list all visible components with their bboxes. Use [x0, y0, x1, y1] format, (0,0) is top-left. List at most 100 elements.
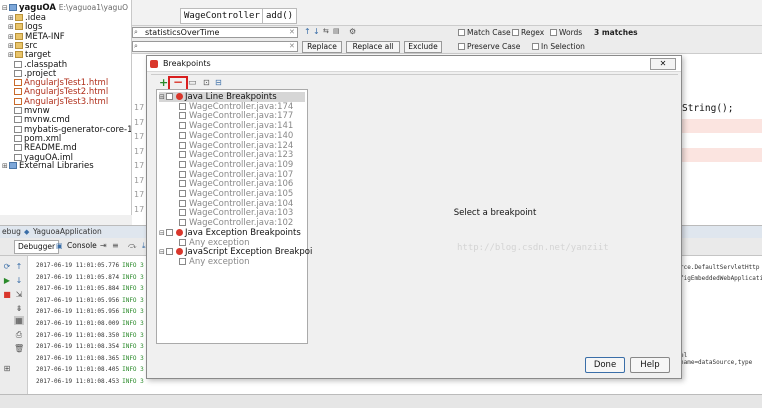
file-icon	[14, 60, 22, 68]
breakpoint-checkbox[interactable]	[179, 102, 186, 110]
replace-all-button[interactable]: Replace all	[346, 41, 400, 53]
breakpoint-group[interactable]: ⊟ JavaScript Exception Breakpoint	[159, 247, 321, 257]
breakpoint-item-label: WageController.java:123	[189, 150, 294, 161]
tab-debugger[interactable]: Debugger	[14, 240, 60, 254]
settings-breakpoints-icon[interactable]: ⊟	[215, 78, 222, 87]
breakpoint-item[interactable]: WageController.java:103	[179, 208, 293, 218]
breakpoint-item[interactable]: WageController.java:174	[179, 102, 293, 112]
collapse-icon[interactable]: ⊟	[159, 92, 166, 102]
exclude-button[interactable]: Exclude	[404, 41, 442, 53]
breakpoint-item[interactable]: WageController.java:105	[179, 189, 293, 199]
breakpoint-item[interactable]: WageController.java:109	[179, 160, 293, 170]
breakpoint-item-label: WageController.java:109	[189, 159, 294, 170]
up-icon[interactable]: ↑	[14, 262, 24, 271]
breakpoint-item[interactable]: Any exception	[179, 257, 249, 267]
preserve-case-checkbox[interactable]: Preserve Case	[458, 42, 520, 51]
line-number: 17	[134, 161, 145, 170]
breakpoint-checkbox[interactable]	[179, 131, 186, 139]
clear-replace-icon[interactable]: ✕	[289, 42, 295, 50]
external-libraries-label: External Libraries	[19, 161, 94, 171]
add-breakpoint-icon[interactable]: +	[159, 76, 168, 89]
words-checkbox[interactable]: Words	[550, 28, 582, 37]
settings-icon[interactable]: ⚙	[349, 27, 356, 36]
wrap-icon[interactable]: ⇲	[14, 290, 24, 299]
regex-checkbox[interactable]: Regex	[512, 28, 544, 37]
help-button[interactable]: Help	[630, 357, 670, 373]
external-libraries[interactable]: ⊞ External Libraries	[2, 161, 94, 171]
breakpoint-item[interactable]: WageController.java:107	[179, 170, 293, 180]
breakpoint-checkbox[interactable]	[179, 199, 186, 207]
breakpoint-group[interactable]: ⊟ Java Exception Breakpoints	[159, 228, 301, 238]
match-case-checkbox[interactable]: Match Case	[458, 28, 511, 37]
breakpoint-checkbox[interactable]	[179, 238, 186, 246]
breakpoint-item[interactable]: WageController.java:104	[179, 199, 293, 209]
selected-tool-icon[interactable]: ▦	[14, 316, 24, 325]
breakpoint-checkbox[interactable]	[179, 190, 186, 197]
log-row: 2017-06-19 11:01:05.956 INFO 3	[36, 297, 144, 304]
console-icon: ▣	[56, 242, 63, 250]
list-icon[interactable]: ≡	[112, 241, 119, 250]
resume-icon[interactable]: ▶	[2, 276, 12, 285]
print-icon[interactable]: ⎙	[14, 330, 24, 339]
filter-breakpoints-icon[interactable]: ⊡	[203, 78, 210, 87]
breakpoint-checkbox[interactable]	[179, 160, 186, 168]
collapse-icon[interactable]: ⊟	[159, 228, 166, 238]
stop-icon[interactable]: ■	[2, 290, 12, 299]
match-case-label: Match Case	[467, 28, 511, 37]
breakpoint-checkbox[interactable]	[179, 219, 186, 227]
down-icon[interactable]: ↓	[14, 276, 24, 285]
breakpoint-item[interactable]: WageController.java:177	[179, 111, 293, 121]
file-icon	[14, 134, 22, 142]
restore-layout-icon[interactable]: ⇥	[100, 241, 107, 250]
rerun-icon[interactable]: ⟳	[2, 262, 12, 271]
breakpoint-group[interactable]: ⊟ Java Line Breakpoints	[159, 92, 305, 102]
replace-input[interactable]	[132, 41, 298, 52]
group-checkbox[interactable]	[166, 93, 173, 100]
breakpoint-item[interactable]: WageController.java:141	[179, 121, 293, 131]
breakpoint-item[interactable]: Any exception	[179, 238, 249, 248]
breakpoint-checkbox[interactable]	[179, 180, 186, 188]
breakpoint-checkbox[interactable]	[179, 112, 186, 120]
log-tail: figEmbeddedWebApplicati	[680, 275, 762, 282]
collapse-icon[interactable]: ⊟	[159, 247, 166, 257]
breakpoint-checkbox[interactable]	[179, 151, 186, 159]
step-over-icon[interactable]: ⤼	[128, 241, 137, 251]
breakpoint-item[interactable]: WageController.java:140	[179, 131, 293, 141]
breakpoint-checkbox[interactable]	[179, 257, 186, 265]
breakpoint-item[interactable]: WageController.java:106	[179, 179, 293, 189]
breadcrumb-class[interactable]: WageController	[180, 8, 264, 24]
replace-button[interactable]: Replace	[302, 41, 342, 53]
breakpoint-checkbox[interactable]	[179, 141, 186, 149]
breakpoint-checkbox[interactable]	[179, 122, 186, 130]
breakpoint-item[interactable]: WageController.java:124	[179, 141, 293, 151]
breakpoint-item-label: WageController.java:103	[189, 208, 294, 219]
filter-icon[interactable]: ▤	[333, 27, 340, 35]
group-checkbox[interactable]	[166, 248, 173, 256]
group-checkbox[interactable]	[166, 228, 173, 236]
next-occurrence-icon[interactable]: ↓	[313, 27, 320, 36]
log-level: INFO 3	[122, 378, 144, 385]
collapse-icon[interactable]: ⊟	[2, 3, 9, 13]
project-root[interactable]: ⊟ yaguOA E:\yaguoa1\yaguO	[2, 3, 128, 13]
group-icon[interactable]: ▭	[188, 78, 197, 88]
clear-icon[interactable]: 🗑	[14, 344, 24, 353]
tab-console[interactable]: Console	[64, 240, 100, 254]
prev-occurrence-icon[interactable]: ↑	[304, 27, 311, 36]
in-selection-checkbox[interactable]: In Selection	[532, 42, 585, 51]
step-into-icon[interactable]: ⤓	[142, 241, 146, 251]
breakpoint-tree[interactable]: ⊟ Java Line Breakpoints WageController.jav…	[156, 89, 321, 344]
remove-breakpoint-icon[interactable]: −	[173, 75, 183, 89]
breakpoint-item[interactable]: WageController.java:102	[179, 218, 293, 228]
expand-icon[interactable]: ⊞	[2, 161, 9, 171]
breakpoint-checkbox[interactable]	[179, 209, 186, 217]
pin-icon[interactable]: ⊞	[2, 364, 12, 373]
find-all-icon[interactable]: ⇆	[323, 27, 329, 35]
close-button[interactable]: ✕	[650, 58, 676, 70]
breakpoint-item[interactable]: WageController.java:123	[179, 150, 293, 160]
scroll-icon[interactable]: ⇟	[14, 304, 24, 313]
clear-search-icon[interactable]: ✕	[289, 28, 295, 36]
breadcrumb-method[interactable]: add()	[262, 8, 298, 24]
done-button[interactable]: Done	[585, 357, 625, 373]
breakpoint-checkbox[interactable]	[179, 170, 186, 178]
search-input[interactable]: statisticsOverTime	[132, 27, 298, 38]
